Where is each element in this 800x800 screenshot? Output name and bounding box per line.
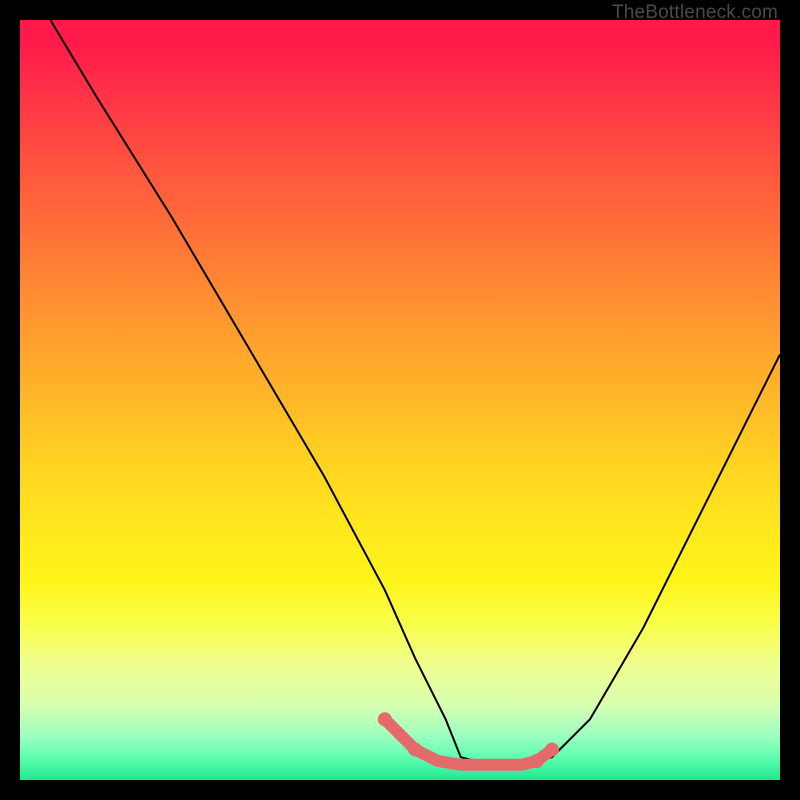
marker-dot bbox=[378, 712, 392, 726]
curve-svg bbox=[20, 20, 780, 780]
marker-dot bbox=[545, 743, 559, 757]
marker-band bbox=[385, 719, 552, 765]
marker-dot bbox=[530, 754, 544, 768]
watermark-text: TheBottleneck.com bbox=[612, 2, 778, 24]
bottleneck-curve bbox=[50, 20, 780, 765]
marker-dot bbox=[408, 743, 422, 757]
marker-group bbox=[378, 712, 559, 768]
chart-container: TheBottleneck.com bbox=[0, 0, 800, 800]
plot-area bbox=[20, 20, 780, 780]
